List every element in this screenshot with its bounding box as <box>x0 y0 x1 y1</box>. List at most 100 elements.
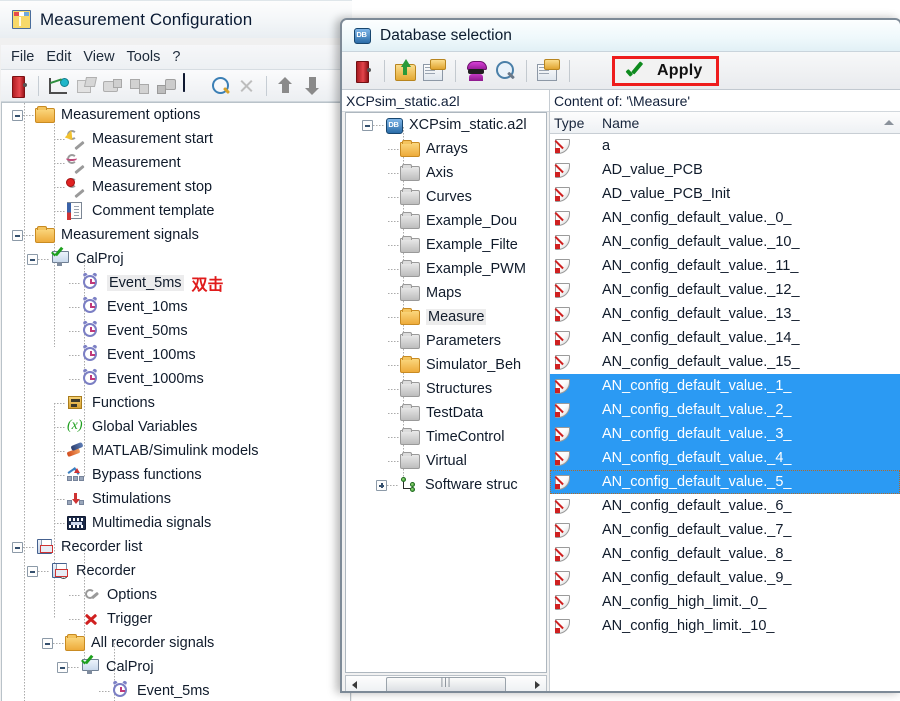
chevron-left-icon[interactable] <box>347 677 363 691</box>
db-tree-item-curves[interactable]: Curves <box>346 185 546 209</box>
db-tree-item-example-dou[interactable]: Example_Dou <box>346 209 546 233</box>
list-item[interactable]: AN_config_high_limit._0_ <box>550 590 900 614</box>
db-tree-item-parameters[interactable]: Parameters <box>346 329 546 353</box>
list-item[interactable]: AN_config_default_value._14_ <box>550 326 900 350</box>
menu-view[interactable]: View <box>83 47 126 67</box>
list-item[interactable]: AD_value_PCB <box>550 158 900 182</box>
db-tree-item-arrays[interactable]: Arrays <box>346 137 546 161</box>
list-item[interactable]: a <box>550 134 900 158</box>
db-tree-item-structures[interactable]: Structures <box>346 377 546 401</box>
column-header-name[interactable]: Name <box>602 115 900 131</box>
tree-item-measurement-options[interactable]: Measurement options <box>2 103 350 127</box>
tree-item-measurement-signals[interactable]: Measurement signals <box>2 223 350 247</box>
tree-item-measurement[interactable]: Measurement <box>2 151 350 175</box>
list-item[interactable]: AD_value_PCB_Init <box>550 182 900 206</box>
tree-item-calproj[interactable]: CalProj <box>2 247 350 271</box>
db-tree-item-xcpsim-static-a2l[interactable]: DB XCPsim_static.a2l <box>346 113 546 137</box>
db-tree-item-testdata[interactable]: TestData <box>346 401 546 425</box>
list-item[interactable]: AN_config_high_limit._10_ <box>550 614 900 638</box>
tree-item-event-10ms[interactable]: Event_10ms <box>2 295 350 319</box>
tree-item-event-100ms[interactable]: Event_100ms <box>2 343 350 367</box>
tree-item-measurement-start[interactable]: Measurement start <box>2 127 350 151</box>
search-icon[interactable] <box>208 74 232 98</box>
db-tree-item-example-filte[interactable]: Example_Filte <box>346 233 546 257</box>
list-item[interactable]: AN_config_default_value._6_ <box>550 494 900 518</box>
db-tree-item-timecontrol[interactable]: TimeControl <box>346 425 546 449</box>
bypass-icon[interactable] <box>127 74 151 98</box>
tree-item-global-variables[interactable]: (x) Global Variables <box>2 415 350 439</box>
edit-signal-icon[interactable] <box>100 74 124 98</box>
apply-button[interactable]: Apply <box>612 55 720 86</box>
menu-file[interactable]: File <box>11 47 46 67</box>
list-item[interactable]: AN_config_default_value._15_ <box>550 350 900 374</box>
list-item[interactable]: AN_config_default_value._9_ <box>550 566 900 590</box>
db-tree-expander-minus[interactable] <box>362 119 373 131</box>
tree-item-bypass-functions[interactable]: Bypass functions <box>2 463 350 487</box>
list-item[interactable]: AN_config_default_value._8_ <box>550 542 900 566</box>
list-item[interactable]: AN_config_default_value._1_ <box>550 374 900 398</box>
scrollbar-thumb[interactable] <box>386 677 506 691</box>
tree-item-multimedia-signals[interactable]: Multimedia signals <box>2 511 350 535</box>
list-item[interactable]: AN_config_default_value._0_ <box>550 206 900 230</box>
db-tree-item-maps[interactable]: Maps <box>346 281 546 305</box>
tree-item-comment-template[interactable]: Comment template <box>2 199 350 223</box>
list-item[interactable]: AN_config_default_value._4_ <box>550 446 900 470</box>
tree-item-event-50ms[interactable]: Event_50ms <box>2 319 350 343</box>
exit-icon[interactable] <box>7 74 31 98</box>
db-tree-item-example-pwm[interactable]: Example_PWM <box>346 257 546 281</box>
stimulation-icon[interactable] <box>154 74 178 98</box>
list-item[interactable]: AN_config_default_value._5_ <box>550 470 900 494</box>
tree-item-trigger[interactable]: Trigger <box>2 607 350 631</box>
tree-item-matlab-simulink-models[interactable]: MATLAB/Simulink models <box>2 439 350 463</box>
settings-window-icon[interactable] <box>535 58 561 84</box>
tree-expander-minus[interactable] <box>57 661 68 673</box>
tree-expander-minus[interactable] <box>27 565 38 577</box>
tree-item-recorder-list[interactable]: Recorder list <box>2 535 350 559</box>
add-measurement-signal-icon[interactable] <box>46 74 70 98</box>
menu-edit[interactable]: Edit <box>46 47 83 67</box>
tree-expander-minus[interactable] <box>27 253 38 265</box>
list-item[interactable]: AN_config_default_value._3_ <box>550 422 900 446</box>
db-tree-item-simulator-beh[interactable]: Simulator_Beh <box>346 353 546 377</box>
move-down-icon[interactable] <box>301 74 325 98</box>
filter-spy-icon[interactable] <box>464 58 490 84</box>
tree-item-calproj[interactable]: CalProj <box>2 655 350 679</box>
list-item[interactable]: AN_config_default_value._13_ <box>550 302 900 326</box>
tree-item-event-5ms[interactable]: Event_5ms 双击 <box>2 271 350 295</box>
db-tree-item-software-struc[interactable]: Software struc <box>346 473 546 497</box>
tree-horizontal-scrollbar[interactable] <box>345 675 547 691</box>
add-function-icon[interactable] <box>73 74 97 98</box>
move-up-icon[interactable] <box>274 74 298 98</box>
tree-item-all-recorder-signals[interactable]: All recorder signals <box>2 631 350 655</box>
menu-help[interactable]: ? <box>172 47 192 67</box>
menu-tools[interactable]: Tools <box>127 47 173 67</box>
list-item[interactable]: AN_config_default_value._11_ <box>550 254 900 278</box>
list-item[interactable]: AN_config_default_value._10_ <box>550 230 900 254</box>
tree-item-functions[interactable]: Functions <box>2 391 350 415</box>
measurement-configuration-tree[interactable]: Measurement options Measurement start Meas… <box>1 102 351 701</box>
multimedia-icon[interactable] <box>181 72 205 98</box>
tree-item-options[interactable]: Options <box>2 583 350 607</box>
db-tree-item-measure[interactable]: Measure <box>346 305 546 329</box>
database-properties-icon[interactable] <box>421 58 447 84</box>
search-icon[interactable] <box>492 58 518 84</box>
open-database-icon[interactable] <box>393 58 419 84</box>
db-tree-item-axis[interactable]: Axis <box>346 161 546 185</box>
db-tree-expander-plus[interactable] <box>376 479 387 491</box>
tree-item-measurement-stop[interactable]: Measurement stop <box>2 175 350 199</box>
tree-expander-minus[interactable] <box>12 109 23 121</box>
tree-item-event-1000ms[interactable]: Event_1000ms <box>2 367 350 391</box>
tree-item-recorder[interactable]: Recorder <box>2 559 350 583</box>
tree-expander-minus[interactable] <box>12 229 23 241</box>
database-tree[interactable]: DB XCPsim_static.a2l Arrays Axis Curves Examp… <box>345 112 547 673</box>
content-list-rows[interactable]: a AD_value_PCB AD_value_PCB_Init AN_config_… <box>550 134 900 691</box>
tree-item-event-5ms[interactable]: Event_5ms <box>2 679 350 701</box>
exit-icon[interactable] <box>350 58 376 84</box>
list-item[interactable]: AN_config_default_value._2_ <box>550 398 900 422</box>
content-list-column-headers[interactable]: Type Name <box>550 112 900 134</box>
tree-expander-minus[interactable] <box>42 637 53 649</box>
column-header-type[interactable]: Type <box>550 115 602 131</box>
tree-item-stimulations[interactable]: Stimulations <box>2 487 350 511</box>
list-item[interactable]: AN_config_default_value._7_ <box>550 518 900 542</box>
remove-icon[interactable] <box>235 74 259 98</box>
